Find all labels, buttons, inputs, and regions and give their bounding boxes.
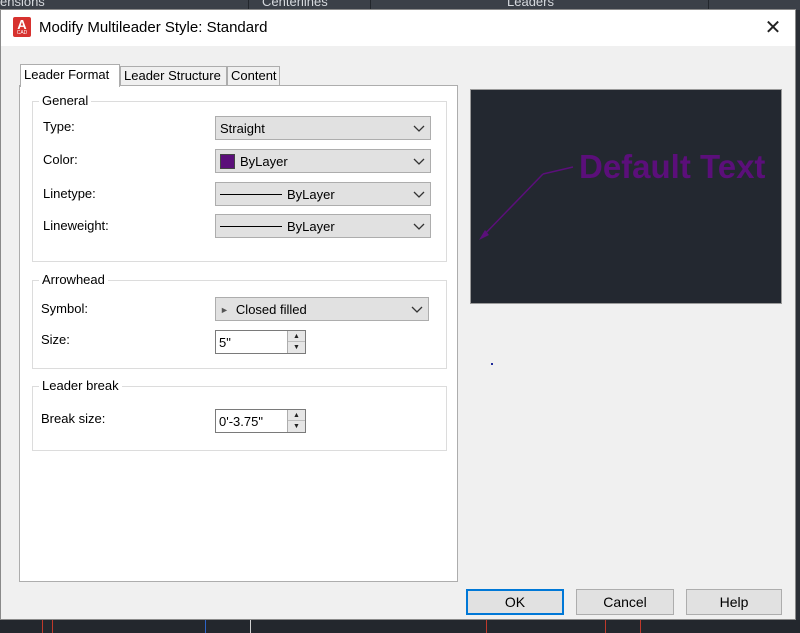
- symbol-value: Closed filled: [235, 302, 307, 317]
- spinner-buttons: ▲ ▼: [287, 331, 305, 353]
- leader-preview-graphic: [479, 166, 574, 240]
- leader-break-group: Leader break Break size: 0'-3.75" ▲ ▼: [32, 378, 447, 451]
- color-label: Color:: [43, 152, 78, 167]
- color-dropdown[interactable]: ByLayer: [215, 149, 431, 173]
- break-size-spinner[interactable]: 0'-3.75" ▲ ▼: [215, 409, 306, 433]
- cancel-button[interactable]: Cancel: [576, 589, 674, 615]
- general-group: General Type: Straight Color: ByLayer Li…: [32, 93, 447, 262]
- arrowhead-group: Arrowhead Symbol: ► Closed filled Size: 5…: [32, 272, 447, 369]
- chevron-down-icon: [413, 223, 425, 230]
- modify-multileader-style-dialog: A CAD Modify Multileader Style: Standard…: [0, 9, 796, 620]
- lineweight-sample: [220, 226, 282, 227]
- spinner-buttons: ▲ ▼: [287, 410, 305, 432]
- linetype-dropdown[interactable]: ByLayer: [215, 182, 431, 206]
- autocad-icon: A CAD: [13, 17, 31, 37]
- spin-up-icon[interactable]: ▲: [288, 331, 305, 342]
- leader-break-group-title: Leader break: [39, 378, 122, 393]
- ribbon-label-centerlines: Centerlines: [262, 0, 328, 9]
- closed-filled-arrow-icon: ►: [220, 305, 229, 315]
- general-group-title: General: [39, 93, 92, 108]
- color-swatch: [220, 154, 235, 169]
- break-size-label: Break size:: [41, 411, 106, 426]
- chevron-down-icon: [411, 306, 423, 313]
- arrow-size-value: 5": [219, 335, 231, 350]
- type-dropdown[interactable]: Straight: [215, 116, 431, 140]
- dialog-title: Modify Multileader Style: Standard: [39, 19, 268, 36]
- preview-default-text: Default Text: [579, 148, 766, 185]
- ribbon-label-leaders: Leaders: [507, 0, 554, 9]
- tab-leader-format[interactable]: Leader Format: [20, 64, 120, 87]
- background-drawing-area: [0, 620, 800, 633]
- chevron-down-icon: [413, 158, 425, 165]
- symbol-dropdown[interactable]: ► Closed filled: [215, 297, 429, 321]
- tab-leader-structure[interactable]: Leader Structure: [120, 66, 227, 86]
- lineweight-label: Lineweight:: [43, 218, 109, 233]
- type-value: Straight: [220, 121, 265, 136]
- chevron-down-icon: [413, 191, 425, 198]
- help-button[interactable]: Help: [686, 589, 782, 615]
- style-preview: Default Text: [470, 89, 782, 304]
- tab-content[interactable]: Content: [227, 66, 280, 86]
- app-icon-sub: CAD: [16, 30, 28, 36]
- preview-dot: [491, 363, 493, 365]
- spin-down-icon[interactable]: ▼: [288, 342, 305, 353]
- lineweight-value: ByLayer: [287, 219, 335, 234]
- lineweight-dropdown[interactable]: ByLayer: [215, 214, 431, 238]
- arrowhead-group-title: Arrowhead: [39, 272, 108, 287]
- linetype-sample: [220, 194, 282, 195]
- chevron-down-icon: [413, 125, 425, 132]
- size-label: Size:: [41, 332, 70, 347]
- color-value: ByLayer: [240, 154, 288, 169]
- leader-format-panel: General Type: Straight Color: ByLayer Li…: [19, 85, 458, 582]
- linetype-value: ByLayer: [287, 187, 335, 202]
- close-icon: ✕: [764, 17, 782, 39]
- close-button[interactable]: ✕: [759, 14, 787, 42]
- spin-up-icon[interactable]: ▲: [288, 410, 305, 421]
- symbol-label: Symbol:: [41, 301, 88, 316]
- type-label: Type:: [43, 119, 75, 134]
- spin-down-icon[interactable]: ▼: [288, 421, 305, 432]
- dialog-titlebar: A CAD Modify Multileader Style: Standard…: [1, 10, 795, 46]
- break-size-value: 0'-3.75": [219, 414, 263, 429]
- ok-button[interactable]: OK: [466, 589, 564, 615]
- linetype-label: Linetype:: [43, 186, 96, 201]
- ribbon-label-dimensions: ensions: [0, 0, 45, 9]
- arrow-size-spinner[interactable]: 5" ▲ ▼: [215, 330, 306, 354]
